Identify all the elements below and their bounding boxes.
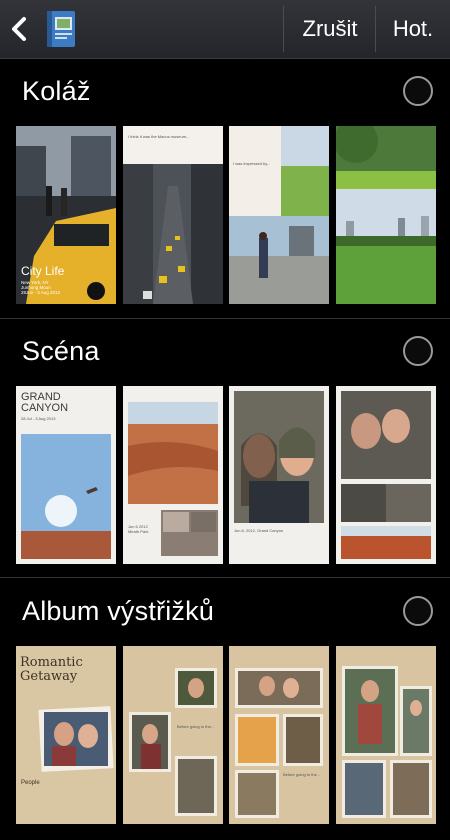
thumbnail-row: City Life New York, NY Junbong Moon 28Ju… bbox=[16, 126, 436, 304]
collage-thumbnail-park[interactable]: I was impressed by... bbox=[229, 126, 329, 304]
done-button[interactable]: Hot. bbox=[376, 0, 450, 58]
thumbnail-caption: Before going to the... bbox=[177, 724, 215, 729]
scene-thumbnail-grand-canyon[interactable]: GRAND CANYON 28 Jul - 3 Aug 2013 bbox=[16, 386, 116, 564]
thumbnail-caption: Jun 8, 2012, Grand Canyon bbox=[234, 528, 284, 533]
section-title: Koláž bbox=[22, 76, 91, 106]
thumbnail-caption: I was impressed by... bbox=[233, 161, 271, 166]
thumbnail-caption: Jun 6 2012 Mirath Park bbox=[128, 524, 149, 534]
thumbnail-date: 28 Jul - 3 Aug 2013 bbox=[21, 416, 56, 421]
back-arrow-icon[interactable] bbox=[6, 14, 32, 44]
separator bbox=[283, 6, 284, 52]
section-header[interactable]: Album výstřižků bbox=[0, 580, 450, 646]
section-divider bbox=[0, 577, 450, 578]
collage-thumbnail-lawn[interactable] bbox=[336, 126, 436, 304]
scene-thumbnail-selfie[interactable]: Jun 8, 2012, Grand Canyon bbox=[229, 386, 329, 564]
thumbnail-caption: I think it was the Macos museum... bbox=[128, 134, 190, 139]
thumbnail-row: GRAND CANYON 28 Jul - 3 Aug 2013 Jun 6 2… bbox=[16, 386, 436, 564]
thumbnail-title: City Life bbox=[21, 264, 65, 278]
section-radio-button[interactable] bbox=[403, 596, 433, 626]
section-scene[interactable]: Scéna GRAND CANYON 28 Jul - 3 Aug 2013 J… bbox=[0, 320, 450, 580]
section-title: Album výstřižků bbox=[22, 596, 215, 626]
scrapbook-thumbnail-3[interactable]: Before going to the... bbox=[229, 646, 329, 824]
collage-thumbnail-city-life[interactable]: City Life New York, NY Junbong Moon 28Ju… bbox=[16, 126, 116, 304]
thumbnail-row: Romantic Getaway People Before going to … bbox=[16, 646, 436, 824]
section-divider bbox=[0, 318, 450, 319]
collage-thumbnail-street[interactable]: I think it was the Macos museum... bbox=[123, 126, 223, 304]
album-book-icon[interactable] bbox=[44, 9, 78, 49]
thumbnail-caption: Before going to the... bbox=[283, 772, 321, 777]
section-collage[interactable]: Koláž City Life New York, NY Junbong Moo… bbox=[0, 60, 450, 320]
thumbnail-footer: People bbox=[21, 780, 40, 786]
cancel-button[interactable]: Zrušit bbox=[286, 0, 374, 58]
thumbnail-title: Romantic Getaway bbox=[20, 655, 83, 684]
section-title: Scéna bbox=[22, 336, 100, 366]
thumbnail-title: GRAND CANYON bbox=[21, 391, 69, 414]
thumbnail-subtitle: New York, NY Junbong Moon 28Jun - 3 Aug … bbox=[21, 280, 61, 295]
scene-thumbnail-canyon-view[interactable]: Jun 6 2012 Mirath Park bbox=[123, 386, 223, 564]
section-scrapbook[interactable]: Album výstřižků Romantic Getaway People bbox=[0, 580, 450, 840]
section-radio-button[interactable] bbox=[403, 76, 433, 106]
section-header[interactable]: Koláž bbox=[0, 60, 450, 126]
section-radio-button[interactable] bbox=[403, 336, 433, 366]
section-header[interactable]: Scéna bbox=[0, 320, 450, 386]
scrapbook-thumbnail-2[interactable]: Before going to the... bbox=[123, 646, 223, 824]
scrapbook-thumbnail-romantic-getaway[interactable]: Romantic Getaway People bbox=[16, 646, 116, 824]
action-bar: Zrušit Hot. bbox=[0, 0, 450, 59]
scrapbook-thumbnail-4[interactable] bbox=[336, 646, 436, 824]
scene-thumbnail-helicopter[interactable] bbox=[336, 386, 436, 564]
